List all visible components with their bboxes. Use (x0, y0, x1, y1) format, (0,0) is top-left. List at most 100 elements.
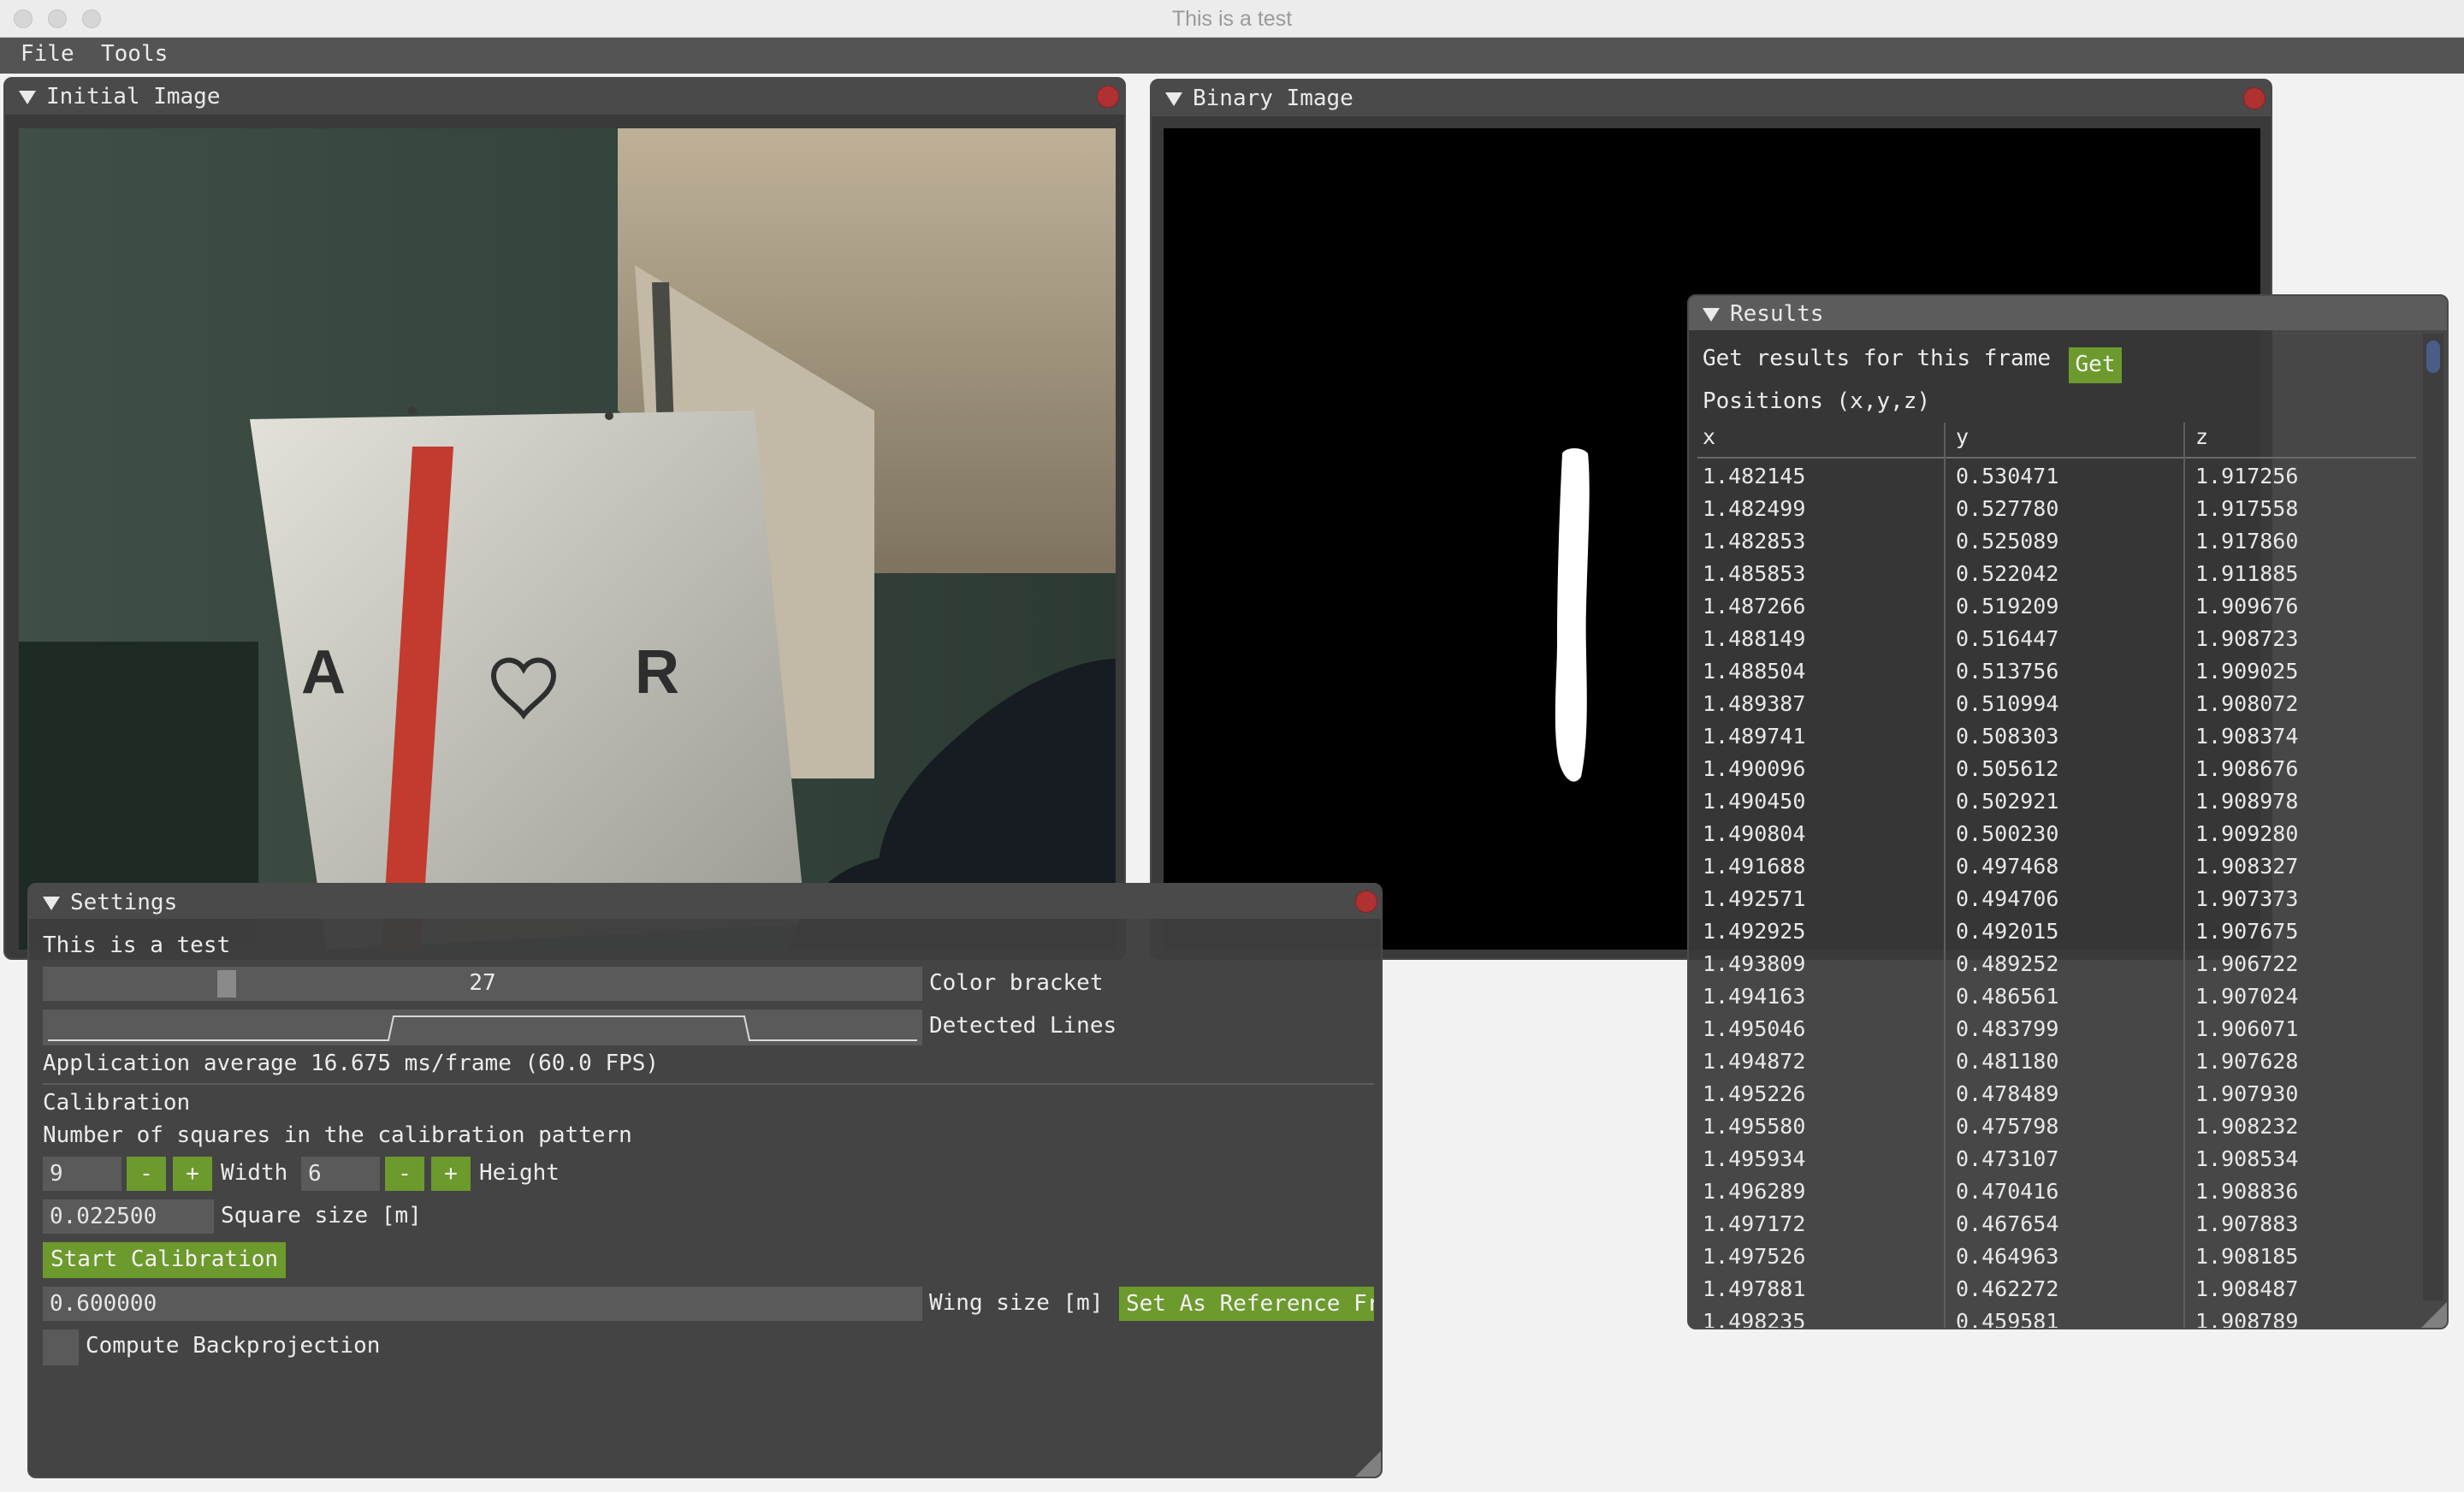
cell-z: 1.906722 (2195, 951, 2299, 976)
close-icon[interactable] (2243, 87, 2266, 110)
close-icon[interactable] (1355, 891, 1377, 913)
card-letter-right: R (635, 638, 679, 707)
cell-x: 1.482499 (1703, 496, 1806, 521)
menu-file[interactable]: File (21, 41, 74, 67)
collapse-icon[interactable] (1165, 92, 1182, 106)
table-body: 1.482145 0.530471 1.917256 1.482499 0.527780… (1697, 464, 2416, 1329)
table-row: 1.495934 0.473107 1.908534 (1697, 1146, 2416, 1179)
height-minus-button[interactable]: - (385, 1157, 424, 1191)
table-row: 1.495580 0.475798 1.908232 (1697, 1114, 2416, 1146)
collapse-icon[interactable] (19, 91, 36, 104)
window-title-label: Initial Image (46, 84, 221, 110)
width-input[interactable]: 9 (43, 1157, 121, 1191)
cell-y: 0.525089 (1956, 529, 2059, 554)
table-row: 1.490096 0.505612 1.908676 (1697, 756, 2416, 789)
cell-x: 1.498235 (1703, 1309, 1806, 1329)
table-row: 1.497526 0.464963 1.908185 (1697, 1244, 2416, 1276)
menu-bar: File Tools (0, 38, 2464, 74)
wing-size-input[interactable]: 0.600000 (43, 1287, 922, 1321)
cell-x: 1.494872 (1703, 1049, 1806, 1074)
table-row: 1.482853 0.525089 1.917860 (1697, 529, 2416, 561)
calibration-header: Calibration (43, 1090, 191, 1116)
cell-x: 1.490450 (1703, 789, 1806, 814)
positions-table[interactable]: x y z 1.482145 0.530471 1.917256 1.482499 0.… (1697, 423, 2416, 1329)
set-reference-button[interactable]: Set As Reference Fr (1119, 1287, 1374, 1321)
column-header-z: z (2195, 424, 2209, 449)
table-row: 1.490450 0.502921 1.908978 (1697, 789, 2416, 821)
cell-z: 1.906071 (2195, 1016, 2299, 1041)
start-calibration-button[interactable]: Start Calibration (43, 1242, 286, 1278)
height-plus-button[interactable]: + (431, 1157, 471, 1191)
window-title-label: Binary Image (1193, 86, 1353, 111)
cell-y: 0.527780 (1956, 496, 2059, 521)
collapse-icon[interactable] (43, 897, 60, 910)
width-minus-button[interactable]: - (127, 1157, 166, 1191)
table-row: 1.497172 0.467654 1.907883 (1697, 1211, 2416, 1244)
results-window: Results Get results for this frame Get P… (1687, 294, 2449, 1329)
cell-z: 1.908374 (2195, 724, 2299, 749)
cell-z: 1.908534 (2195, 1146, 2299, 1171)
menu-tools[interactable]: Tools (101, 41, 168, 67)
close-icon[interactable] (1097, 86, 1119, 108)
detected-lines-plot[interactable] (43, 1009, 922, 1045)
cell-y: 0.486561 (1956, 984, 2059, 1009)
cell-z: 1.909676 (2195, 594, 2299, 619)
initial-image-titlebar[interactable]: Initial Image (5, 79, 1124, 115)
table-row: 1.482499 0.527780 1.917558 (1697, 496, 2416, 529)
binary-image-titlebar[interactable]: Binary Image (1152, 80, 2271, 116)
cell-x: 1.490096 (1703, 756, 1806, 781)
table-row: 1.489387 0.510994 1.908072 (1697, 691, 2416, 724)
cell-x: 1.488149 (1703, 626, 1806, 651)
cell-x: 1.489387 (1703, 691, 1806, 716)
cell-y: 0.462272 (1956, 1276, 2059, 1301)
collapse-icon[interactable] (1703, 308, 1720, 322)
cell-z: 1.908487 (2195, 1276, 2299, 1301)
cell-y: 0.492015 (1956, 919, 2059, 944)
resize-grip[interactable] (2421, 1302, 2447, 1328)
cell-y: 0.464963 (1956, 1244, 2059, 1269)
color-bracket-slider[interactable]: 27 (43, 967, 922, 1001)
squares-label: Number of squares in the calibration pat… (43, 1122, 632, 1148)
width-plus-button[interactable]: + (173, 1157, 212, 1191)
separator (43, 1083, 1374, 1085)
cell-z: 1.907883 (2195, 1211, 2299, 1236)
table-row: 1.482145 0.530471 1.917256 (1697, 464, 2416, 496)
settings-titlebar[interactable]: Settings (29, 885, 1381, 919)
cell-y: 0.459581 (1956, 1309, 2059, 1329)
resize-grip[interactable] (1355, 1451, 1381, 1477)
cell-y: 0.530471 (1956, 464, 2059, 488)
detected-lines-label: Detected Lines (929, 1013, 1117, 1039)
cell-y: 0.467654 (1956, 1211, 2059, 1236)
square-size-input[interactable]: 0.022500 (43, 1199, 214, 1234)
cell-z: 1.907930 (2195, 1081, 2299, 1106)
get-results-label: Get results for this frame (1703, 346, 2051, 371)
table-row: 1.492925 0.492015 1.907675 (1697, 919, 2416, 951)
table-row: 1.492571 0.494706 1.907373 (1697, 886, 2416, 919)
cell-x: 1.485853 (1703, 561, 1806, 586)
table-row: 1.495226 0.478489 1.907930 (1697, 1081, 2416, 1114)
window-title-label: Results (1730, 301, 1824, 327)
cell-x: 1.495580 (1703, 1114, 1806, 1139)
cell-z: 1.908789 (2195, 1309, 2299, 1329)
cell-x: 1.495046 (1703, 1016, 1806, 1041)
table-row: 1.498235 0.459581 1.908789 (1697, 1309, 2416, 1329)
cell-y: 0.494706 (1956, 886, 2059, 911)
get-button[interactable]: Get (2069, 347, 2122, 383)
compute-backprojection-checkbox[interactable] (43, 1329, 79, 1365)
table-row: 1.493809 0.489252 1.906722 (1697, 951, 2416, 984)
results-titlebar[interactable]: Results (1689, 296, 2447, 330)
cell-x: 1.495226 (1703, 1081, 1806, 1106)
cell-y: 0.478489 (1956, 1081, 2059, 1106)
color-bracket-label: Color bracket (929, 970, 1104, 996)
square-size-label: Square size [m] (221, 1203, 422, 1229)
cell-x: 1.493809 (1703, 951, 1806, 976)
scrollbar-thumb[interactable] (2426, 340, 2440, 373)
window-titlebar: This is a test (0, 0, 2464, 38)
cell-y: 0.489252 (1956, 951, 2059, 976)
cell-y: 0.500230 (1956, 821, 2059, 846)
height-input[interactable]: 6 (301, 1157, 380, 1191)
cell-z: 1.908676 (2195, 756, 2299, 781)
cell-z: 1.917860 (2195, 529, 2299, 554)
results-scrollbar[interactable] (2423, 334, 2443, 1300)
cell-y: 0.497468 (1956, 854, 2059, 879)
